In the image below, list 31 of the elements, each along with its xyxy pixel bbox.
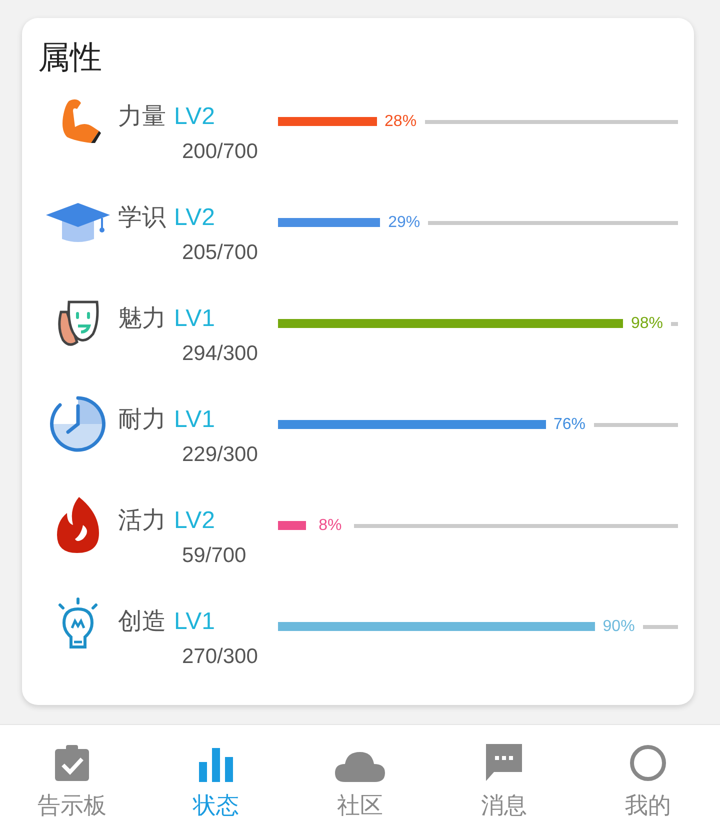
chat-icon [484, 742, 524, 782]
profile-circle-icon [629, 744, 667, 782]
attribute-level: LV2 [174, 204, 215, 232]
attribute-name: 活力 [118, 505, 166, 536]
card-title: 属性 [38, 37, 103, 78]
mask-icon [55, 298, 101, 348]
attribute-level: LV2 [174, 507, 215, 535]
nav-tab[interactable]: 社区 [288, 725, 432, 839]
attribute-points: 294/300 [182, 342, 259, 366]
attribute-level: LV1 [174, 406, 215, 434]
nav-tab[interactable]: 告示板 [0, 725, 144, 839]
attribute-points: 200/700 [182, 140, 259, 164]
bar-chart-icon [199, 748, 233, 782]
attribute-name: 力量 [118, 101, 166, 132]
attribute-level: LV2 [174, 103, 215, 131]
clipboard-check-icon [53, 744, 91, 782]
attribute-points: 205/700 [182, 241, 259, 265]
attribute-points: 59/700 [182, 544, 248, 568]
cloud-icon [335, 750, 385, 782]
nav-tab[interactable]: 状态 [144, 725, 288, 839]
clock-icon [48, 394, 108, 454]
attribute-name: 学识 [118, 202, 166, 233]
attribute-name: 魅力 [118, 303, 166, 334]
nav-tab[interactable]: 我的 [576, 725, 720, 839]
attribute-level: LV1 [174, 305, 215, 333]
attribute-name: 耐力 [118, 404, 166, 435]
attribute-level: LV1 [174, 608, 215, 636]
nav-tab[interactable]: 消息 [432, 725, 576, 839]
attribute-points: 229/300 [182, 443, 259, 467]
attribute-name: 创造 [118, 606, 166, 637]
attribute-points: 270/300 [182, 645, 259, 669]
